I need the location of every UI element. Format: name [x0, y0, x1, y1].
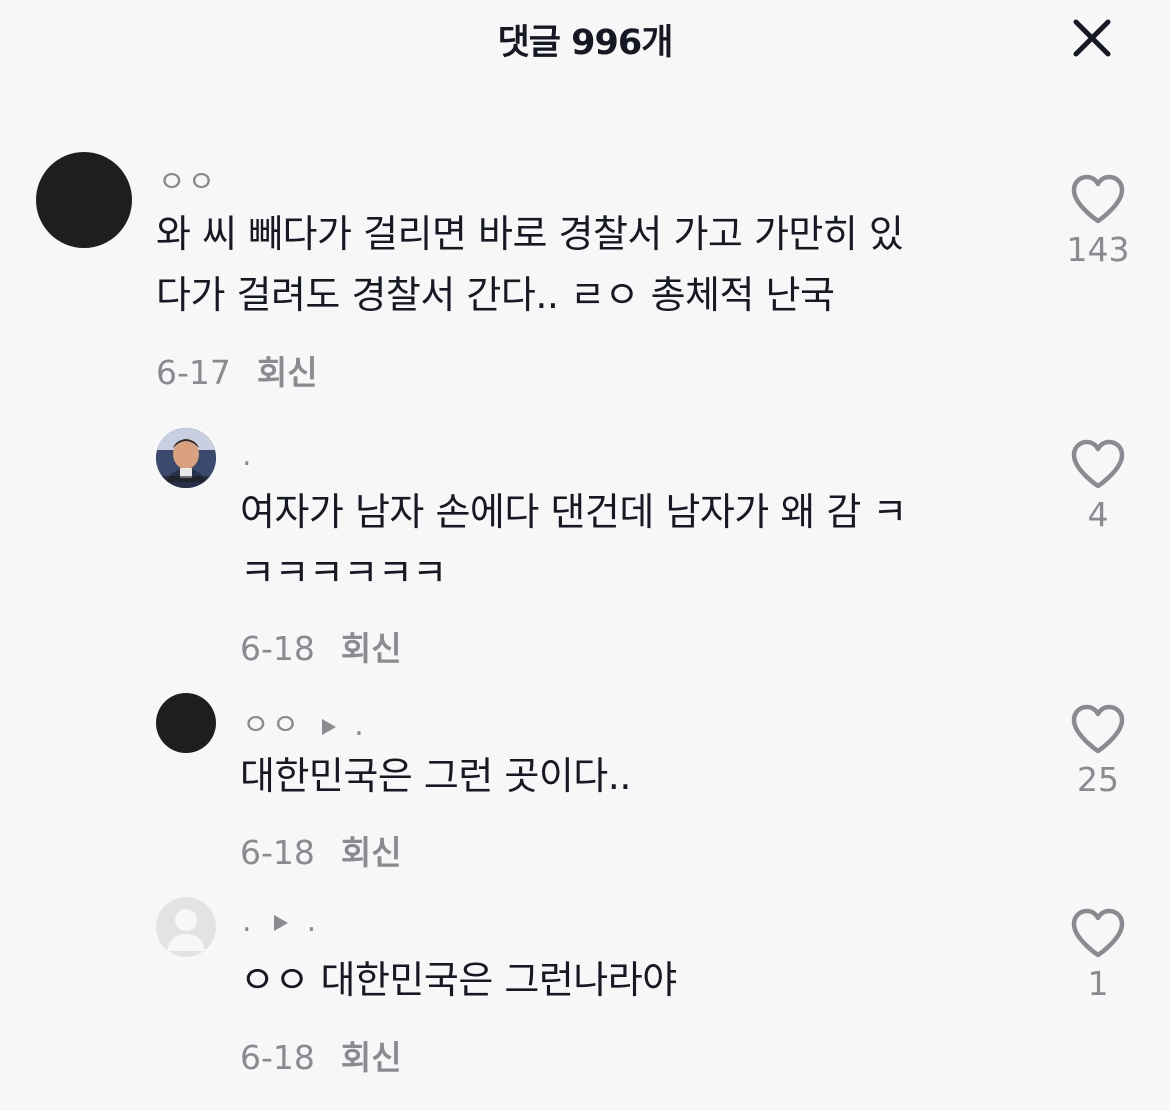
comments-header: 댓글 996개 — [0, 0, 1170, 84]
comment-meta: 6-18 회신 — [240, 826, 402, 874]
comment-date: 6-17 — [156, 353, 231, 392]
comment-meta: 6-17 회신 — [156, 346, 318, 394]
avatar[interactable] — [36, 152, 132, 248]
comment-meta: 6-18 회신 — [240, 1031, 402, 1079]
close-button[interactable] — [1066, 12, 1118, 64]
comment-username[interactable]: ㅇㅇ — [158, 157, 217, 201]
comment-username[interactable]: ㅇㅇ . — [242, 700, 366, 744]
reply-button[interactable]: 회신 — [341, 1038, 402, 1077]
comment-username[interactable]: . — [242, 438, 254, 473]
profile-photo-icon — [156, 428, 216, 488]
comment-date: 6-18 — [240, 833, 315, 872]
reply-button[interactable]: 회신 — [341, 833, 402, 872]
comment-text: 대한민국은 그런 곳이다.. — [240, 754, 631, 798]
reply-to-username: . — [306, 904, 319, 939]
avatar[interactable] — [156, 693, 216, 753]
play-triangle-icon — [321, 718, 336, 735]
like-button[interactable]: 25 — [1063, 704, 1133, 799]
like-count: 143 — [1066, 230, 1130, 269]
scrolled-content-edge — [0, 86, 1170, 100]
comment-date: 6-18 — [240, 1038, 315, 1077]
comment-text: 와 씨 빼다가 걸리면 바로 경찰서 가고 가만히 있 다가 걸려도 경찰서 간… — [156, 212, 904, 317]
heart-outline-icon — [1071, 704, 1125, 754]
like-button[interactable]: 1 — [1063, 908, 1133, 1003]
heart-outline-icon — [1071, 908, 1125, 958]
default-user-icon — [167, 909, 205, 951]
heart-outline-icon — [1071, 439, 1125, 489]
close-icon — [1073, 19, 1111, 57]
comment-username[interactable]: . . — [242, 904, 318, 939]
heart-outline-icon — [1071, 174, 1125, 224]
comment-meta: 6-18 회신 — [240, 622, 402, 670]
play-triangle-icon — [274, 914, 289, 931]
reply-to-username: . — [354, 708, 366, 743]
avatar[interactable] — [156, 897, 216, 957]
like-button[interactable]: 4 — [1063, 439, 1133, 534]
comment-text: 여자가 남자 손에다 댄건데 남자가 왜 감 ㅋ ㅋㅋㅋㅋㅋㅋ — [240, 490, 907, 595]
comment-text: ㅇㅇ 대한민국은 그런나라야 — [240, 958, 677, 1002]
comments-count-title: 댓글 996개 — [497, 23, 674, 63]
reply-button[interactable]: 회신 — [341, 629, 402, 668]
like-count: 1 — [1087, 964, 1109, 1003]
like-button[interactable]: 143 — [1063, 174, 1133, 269]
avatar[interactable] — [156, 428, 216, 488]
like-count: 4 — [1087, 495, 1109, 534]
like-count: 25 — [1077, 760, 1119, 799]
reply-button[interactable]: 회신 — [257, 353, 318, 392]
comment-date: 6-18 — [240, 629, 315, 668]
